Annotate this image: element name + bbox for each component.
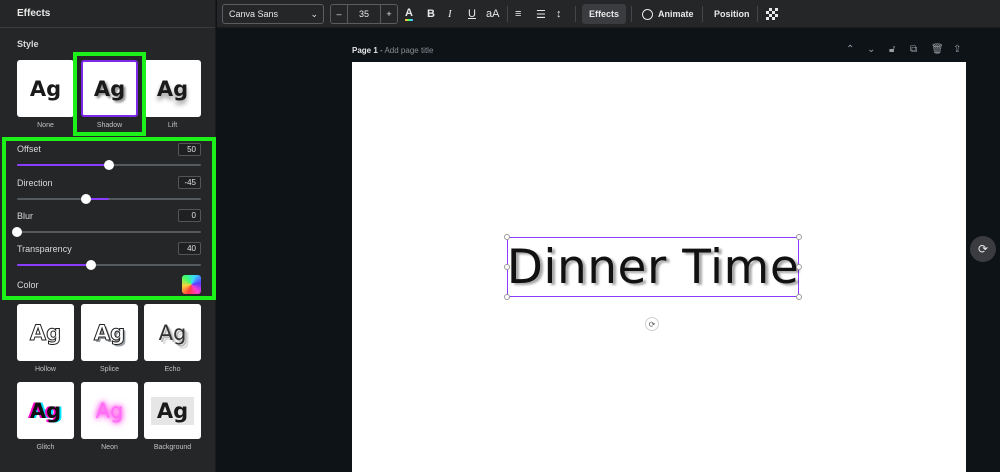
selected-text-element[interactable]: Dinner Time (507, 237, 799, 297)
style-sample: Ag (156, 76, 189, 101)
offset-fill (17, 164, 109, 166)
style-hollow-label: Hollow (34, 366, 56, 373)
style-background-label: Background (153, 444, 192, 451)
resize-handle-bottom-left[interactable] (504, 294, 510, 300)
style-shadow-label: Shadow (96, 122, 123, 129)
animate-label: Animate (658, 9, 694, 19)
direction-label: Direction (17, 178, 53, 188)
animate-icon (642, 8, 653, 20)
style-echo-label: Echo (164, 366, 181, 373)
style-background-tile[interactable]: Ag (144, 382, 201, 439)
style-neon-label: Neon (101, 444, 118, 451)
font-size-input[interactable]: 35 (347, 5, 381, 23)
toolbar-divider (575, 6, 576, 22)
direction-value[interactable]: -45 (178, 176, 201, 189)
chevron-down-icon: ⌄ (310, 9, 318, 19)
add-page-icon[interactable]: ⇪ (953, 44, 961, 55)
position-button[interactable]: Position (707, 4, 757, 24)
style-splice-label: Splice (99, 366, 120, 373)
font-size-increase-button[interactable]: + (381, 9, 397, 19)
font-size-stepper: – 35 + (330, 4, 398, 24)
letter-case-icon[interactable]: aA (486, 7, 499, 21)
style-sample: Ag (29, 398, 62, 423)
offset-slider[interactable] (17, 160, 201, 170)
toolbar-divider (507, 6, 508, 22)
style-neon-tile[interactable]: Ag (81, 382, 138, 439)
font-size-decrease-button[interactable]: – (331, 9, 347, 19)
transparency-value[interactable]: 40 (178, 242, 201, 255)
transparency-label: Transparency (17, 244, 72, 254)
effects-button[interactable]: Effects (582, 4, 627, 24)
offset-thumb[interactable] (104, 160, 114, 170)
style-sample: Ag (150, 396, 195, 425)
toolbar-divider (757, 6, 758, 22)
style-sample: Ag (158, 320, 187, 345)
style-sample: Ag (29, 76, 62, 101)
bold-icon[interactable]: B (427, 7, 435, 21)
style-sample: Ag (95, 398, 124, 423)
page-label: Page 1 - Add page title (352, 46, 433, 55)
underline-icon[interactable]: U (468, 7, 476, 21)
resize-handle-right[interactable] (796, 264, 802, 270)
style-lift-tile[interactable]: Ag (144, 60, 201, 117)
spacing-icon[interactable]: ↕ (556, 7, 562, 21)
direction-thumb[interactable] (81, 194, 91, 204)
direction-slider[interactable] (17, 194, 201, 204)
lock-icon[interactable]: 🔓︎ (889, 44, 895, 55)
font-family-value: Canva Sans (229, 9, 279, 19)
canvas-text[interactable]: Dinner Time (507, 240, 800, 295)
transparency-thumb[interactable] (85, 260, 96, 270)
toolbar-divider (702, 6, 703, 22)
animate-button[interactable]: Animate (635, 4, 701, 24)
resize-handle-top-right[interactable] (796, 234, 802, 240)
italic-icon[interactable]: I (448, 7, 452, 21)
style-lift-label: Lift (167, 122, 178, 129)
resize-handle-left[interactable] (504, 264, 510, 270)
top-toolbar: Canva Sans ⌄ – 35 + A B I U aA ≡ ☰ ↕ Eff… (217, 0, 1000, 28)
style-shadow-tile[interactable]: Ag (81, 60, 138, 117)
style-hollow-tile[interactable]: Ag (17, 304, 74, 361)
list-icon[interactable]: ☰ (536, 7, 546, 21)
chevron-down-icon[interactable]: ⌄ (867, 44, 875, 55)
offset-value[interactable]: 50 (178, 143, 201, 156)
page-number: Page 1 (352, 46, 378, 55)
style-glitch-tile[interactable]: Ag (17, 382, 74, 439)
checker-icon[interactable] (766, 8, 778, 20)
toolbar-divider (631, 6, 632, 22)
blur-thumb[interactable] (12, 227, 22, 237)
offset-label: Offset (17, 144, 41, 154)
style-none-label: None (37, 122, 54, 129)
blur-value[interactable]: 0 (178, 209, 201, 222)
blur-label: Blur (17, 211, 34, 221)
resize-handle-bottom-right[interactable] (796, 294, 802, 300)
add-page-title-input[interactable]: Add page title (384, 46, 433, 55)
style-section-title: Style (17, 39, 39, 49)
font-family-select[interactable]: Canva Sans ⌄ (222, 4, 324, 24)
style-splice-tile[interactable]: Ag (81, 304, 138, 361)
style-sample: Ag (93, 320, 126, 345)
color-label: Color (17, 280, 39, 290)
text-color-icon[interactable]: A (405, 7, 413, 21)
text-align-icon[interactable]: ≡ (515, 7, 521, 21)
transparency-fill (17, 264, 91, 266)
panel-title: Effects (0, 0, 215, 28)
resize-handle-top-left[interactable] (504, 234, 510, 240)
style-echo-tile[interactable]: Ag (144, 304, 201, 361)
style-glitch-label: Glitch (36, 444, 55, 451)
style-none-tile[interactable]: Ag (17, 60, 74, 117)
trash-icon[interactable]: 🗑︎ (931, 44, 944, 55)
style-sample: Ag (29, 320, 62, 345)
chevron-up-icon[interactable]: ⌃ (846, 44, 854, 55)
duplicate-icon[interactable]: ⧉ (910, 44, 917, 55)
shadow-color-swatch[interactable] (182, 275, 201, 294)
blur-slider[interactable] (12, 227, 201, 237)
style-sample: Ag (93, 76, 126, 101)
transparency-slider[interactable] (17, 260, 201, 270)
rotate-icon[interactable]: ⟳ (645, 317, 659, 331)
refresh-icon[interactable]: ⟳ (970, 236, 996, 262)
